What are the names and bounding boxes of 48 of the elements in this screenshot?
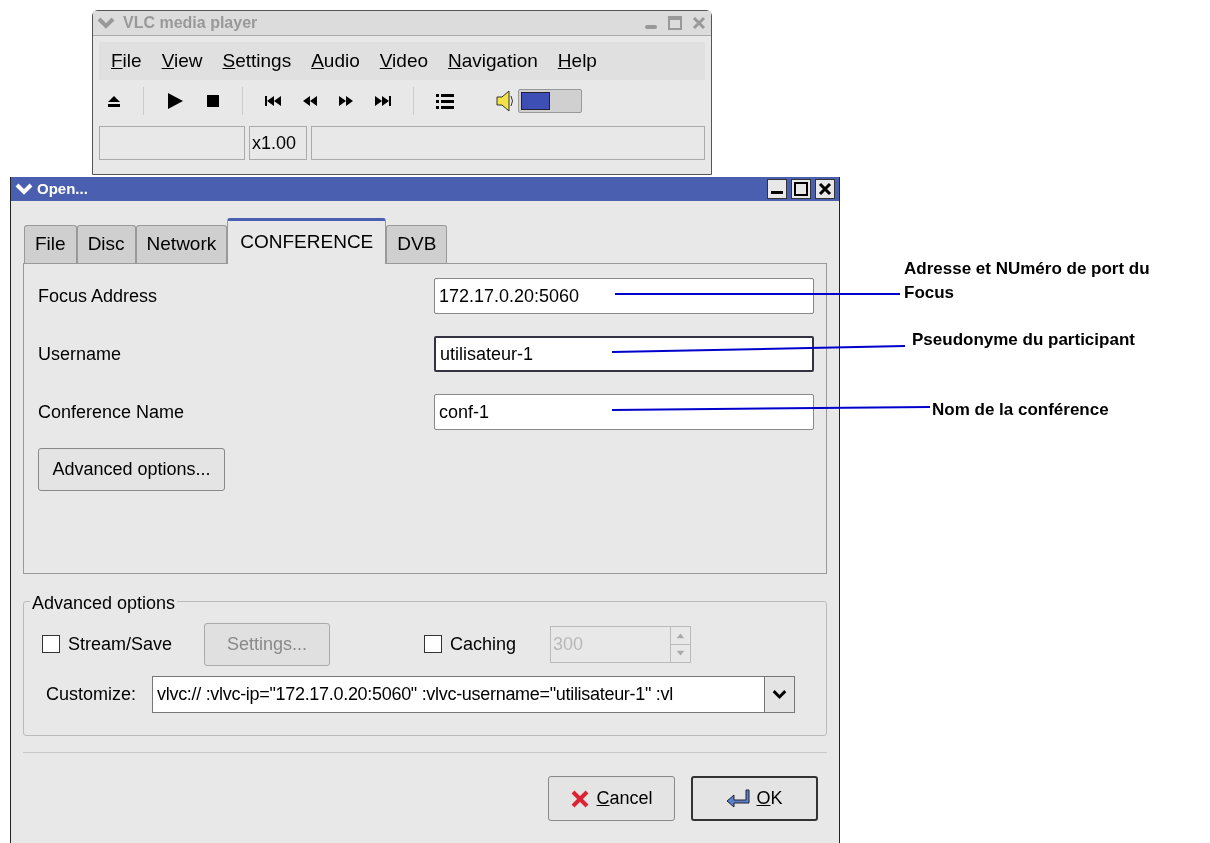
menu-item[interactable]: Video [379, 46, 429, 76]
playlist-icon[interactable] [436, 93, 454, 109]
maximize-icon[interactable] [791, 179, 811, 199]
annotation-text: Adresse et NUméro de port du Focus [904, 258, 1151, 304]
window-title: Open... [37, 178, 88, 199]
stream-save-checkbox[interactable] [42, 635, 60, 653]
annotation-text: Nom de la conférence [932, 399, 1109, 421]
menu-item[interactable]: View [161, 46, 203, 76]
menu-item[interactable]: Help [557, 46, 597, 76]
tab[interactable]: File [24, 225, 77, 263]
speaker-icon[interactable] [496, 90, 514, 112]
input-field[interactable]: conf-1 [434, 394, 814, 430]
speed-display: x1.00 [249, 126, 307, 160]
skip-forward-icon[interactable] [375, 95, 391, 107]
menu-item[interactable]: Navigation [448, 46, 538, 76]
fast-forward-icon[interactable] [339, 95, 353, 107]
enter-arrow-icon [726, 787, 751, 810]
customize-label: Customize: [46, 683, 137, 706]
tab[interactable]: CONFERENCE [227, 218, 387, 264]
menu-item[interactable]: File [111, 46, 142, 76]
menu-item[interactable]: Audio [311, 46, 360, 76]
annotation-text: Pseudonyme du participant [912, 329, 1135, 351]
volume-slider[interactable] [518, 89, 582, 113]
skip-back-icon[interactable] [265, 95, 281, 107]
tab[interactable]: Network [135, 225, 228, 263]
cancel-button[interactable]: Cancel [548, 776, 675, 821]
rewind-icon[interactable] [303, 95, 317, 107]
close-icon[interactable] [815, 179, 835, 199]
minimize-icon[interactable] [767, 179, 787, 199]
ok-button[interactable]: OK [691, 776, 818, 821]
chevron-down-icon[interactable] [764, 677, 795, 712]
window-title: VLC media player [123, 13, 258, 33]
tab[interactable]: Disc [76, 225, 136, 263]
play-icon[interactable] [166, 92, 184, 110]
menu-item[interactable]: Settings [222, 46, 292, 76]
advanced-options-button[interactable]: Advanced options... [38, 448, 225, 491]
tab[interactable]: DVB [386, 225, 448, 263]
input-field[interactable]: 172.17.0.20:5060 [434, 278, 814, 314]
eject-icon[interactable] [107, 94, 121, 108]
input-field[interactable]: utilisateur-1 [434, 336, 814, 372]
customize-combobox[interactable]: vlvc:// :vlvc-ip="172.17.0.20:5060" :vlvc-username="utilisateur-1" :vl [152, 676, 796, 713]
field-label: Conference Name [38, 400, 186, 424]
field-label: Focus Address [38, 284, 159, 308]
stop-icon[interactable] [206, 94, 220, 108]
checkbox-label: Stream/Save [68, 632, 173, 656]
x-icon [570, 788, 591, 809]
checkbox-label: Caching [450, 632, 517, 656]
field-label: Username [38, 342, 123, 366]
